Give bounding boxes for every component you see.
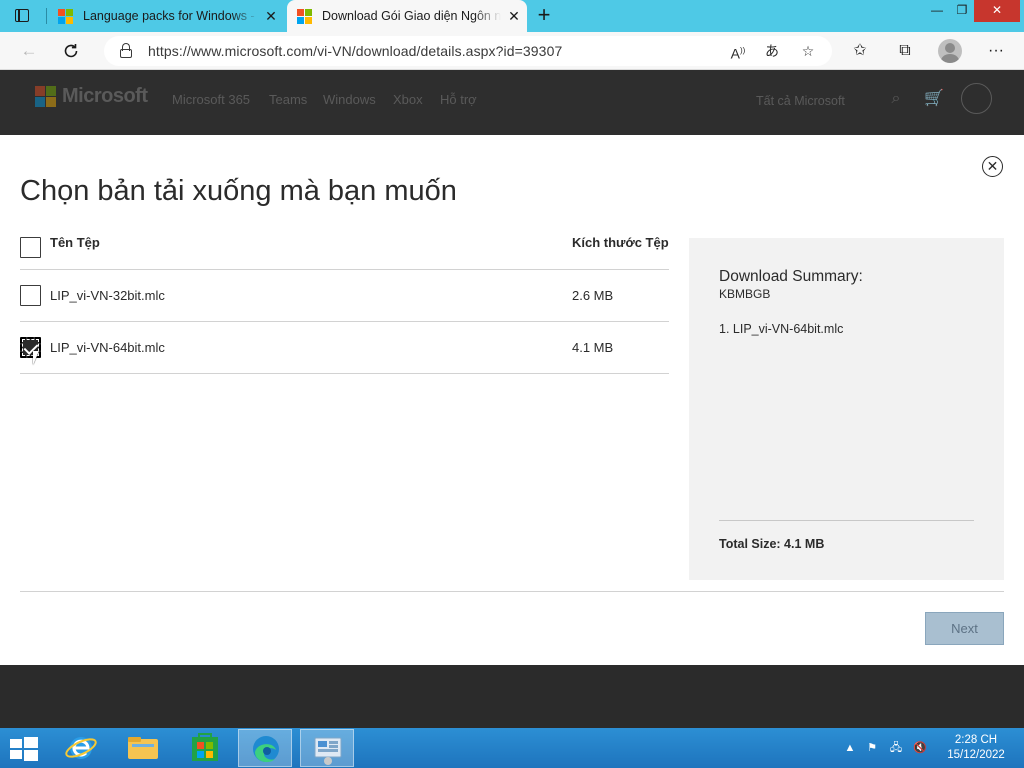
file-size: 4.1 MB: [572, 340, 614, 355]
add-favorite-icon[interactable]: ☆: [798, 42, 818, 60]
nav-support[interactable]: Hỗ trợ: [440, 92, 477, 107]
close-tab-icon[interactable]: ✕: [258, 8, 284, 25]
edge-browser-icon[interactable]: [238, 729, 292, 767]
network-icon[interactable]: 🖧: [888, 740, 904, 756]
refresh-icon: [64, 44, 78, 58]
tab-separator: [46, 8, 47, 24]
cart-icon[interactable]: 🛒: [924, 89, 944, 109]
refresh-button[interactable]: [60, 40, 82, 62]
summary-item: 1. LIP_vi-VN-64bit.mlc: [719, 322, 844, 336]
microsoft-logo-icon: [35, 86, 56, 107]
file-name: LIP_vi-VN-64bit.mlc: [50, 340, 165, 355]
show-hidden-icons-icon[interactable]: ▲: [842, 740, 858, 756]
column-header-file-name: Tên Tệp: [50, 235, 100, 250]
microsoft-favicon-icon: [58, 8, 73, 24]
summary-title: Download Summary:: [719, 268, 863, 285]
favorites-icon[interactable]: ✩: [848, 40, 872, 62]
read-aloud-icon[interactable]: A)): [728, 42, 748, 62]
brand-name: Microsoft: [62, 85, 148, 107]
nav-teams[interactable]: Teams: [269, 92, 307, 107]
close-tab-icon[interactable]: ✕: [501, 8, 527, 25]
tab-title: Download Gói Giao diện Ngôn ngữ: [322, 9, 501, 23]
page-footer-overlay: [0, 665, 1024, 728]
column-header-file-size: Kích thước Tệp: [572, 235, 669, 250]
table-row[interactable]: LIP_vi-VN-32bit.mlc 2.6 MB: [20, 270, 669, 322]
windows-taskbar: ▲ ⚑ 🖧 🔇 2:28 CH 15/12/2022: [0, 728, 1024, 768]
file-explorer-icon[interactable]: [116, 729, 170, 767]
microsoft-logo[interactable]: Microsoft: [35, 85, 148, 108]
close-window-button[interactable]: ✕: [974, 0, 1020, 22]
summary-divider: [719, 520, 974, 521]
file-name: LIP_vi-VN-32bit.mlc: [50, 288, 165, 303]
summary-subtitle: KBMBGB: [719, 287, 771, 301]
download-selection-modal: ✕ Chọn bản tải xuống mà bạn muốn Tên Tệp…: [0, 135, 1024, 665]
start-button-icon[interactable]: [10, 737, 38, 761]
microsoft-favicon-icon: [297, 8, 312, 24]
table-row[interactable]: LIP_vi-VN-64bit.mlc 4.1 MB: [20, 322, 669, 374]
volume-muted-icon[interactable]: 🔇: [912, 740, 928, 756]
profile-avatar[interactable]: [938, 39, 962, 63]
browser-tab-bar: Language packs for Windows - M ✕ Downloa…: [0, 0, 1024, 32]
modal-title: Chọn bản tải xuống mà bạn muốn: [20, 175, 457, 207]
action-center-flag-icon[interactable]: ⚑: [864, 740, 880, 756]
modal-divider: [20, 591, 1004, 592]
nav-xbox[interactable]: Xbox: [393, 92, 423, 107]
collections-icon[interactable]: ⧉: [893, 40, 917, 62]
summary-total-size: Total Size: 4.1 MB: [719, 537, 825, 551]
download-summary-panel: Download Summary: KBMBGB 1. LIP_vi-VN-64…: [689, 238, 1004, 580]
search-icon[interactable]: ⌕: [886, 89, 906, 109]
control-panel-icon[interactable]: [300, 729, 354, 767]
translate-icon[interactable]: あ: [762, 42, 782, 60]
next-button[interactable]: Next: [925, 612, 1004, 645]
file-checkbox[interactable]: [20, 285, 41, 306]
system-clock[interactable]: 2:28 CH 15/12/2022: [944, 733, 1008, 763]
more-options-icon[interactable]: ···: [984, 40, 1008, 62]
close-icon[interactable]: ✕: [982, 156, 1003, 177]
tab-download-page[interactable]: Download Gói Giao diện Ngôn ngữ ✕: [287, 0, 527, 32]
nav-windows[interactable]: Windows: [323, 92, 376, 107]
select-all-checkbox[interactable]: [20, 237, 41, 258]
all-microsoft-menu[interactable]: Tất cả Microsoft: [756, 94, 845, 108]
site-header: Microsoft Microsoft 365 Teams Windows Xb…: [0, 70, 1024, 135]
store-icon[interactable]: [178, 729, 232, 767]
maximize-button[interactable]: ❐: [947, 0, 977, 22]
nav-microsoft-365[interactable]: Microsoft 365: [172, 92, 250, 107]
file-table: Tên Tệp Kích thước Tệp LIP_vi-VN-32bit.m…: [20, 226, 669, 374]
tab-actions-icon[interactable]: [12, 7, 34, 25]
url-text[interactable]: https://www.microsoft.com/vi-VN/download…: [148, 43, 562, 59]
clock-date: 15/12/2022: [947, 749, 1005, 761]
tab-language-packs[interactable]: Language packs for Windows - M ✕: [48, 0, 284, 32]
url-field[interactable]: https://www.microsoft.com/vi-VN/download…: [104, 36, 832, 66]
mouse-cursor-icon: [33, 351, 39, 365]
file-size: 2.6 MB: [572, 288, 614, 303]
sign-in-icon[interactable]: [961, 83, 992, 114]
back-button[interactable]: ←: [18, 40, 40, 62]
tab-title: Language packs for Windows - M: [83, 9, 258, 23]
internet-explorer-icon[interactable]: [54, 729, 108, 767]
new-tab-button[interactable]: +: [532, 3, 556, 27]
clock-time: 2:28 CH: [954, 734, 998, 746]
table-header: Tên Tệp Kích thước Tệp: [20, 226, 669, 270]
file-checkbox[interactable]: [20, 337, 41, 365]
lock-icon[interactable]: [120, 43, 132, 59]
